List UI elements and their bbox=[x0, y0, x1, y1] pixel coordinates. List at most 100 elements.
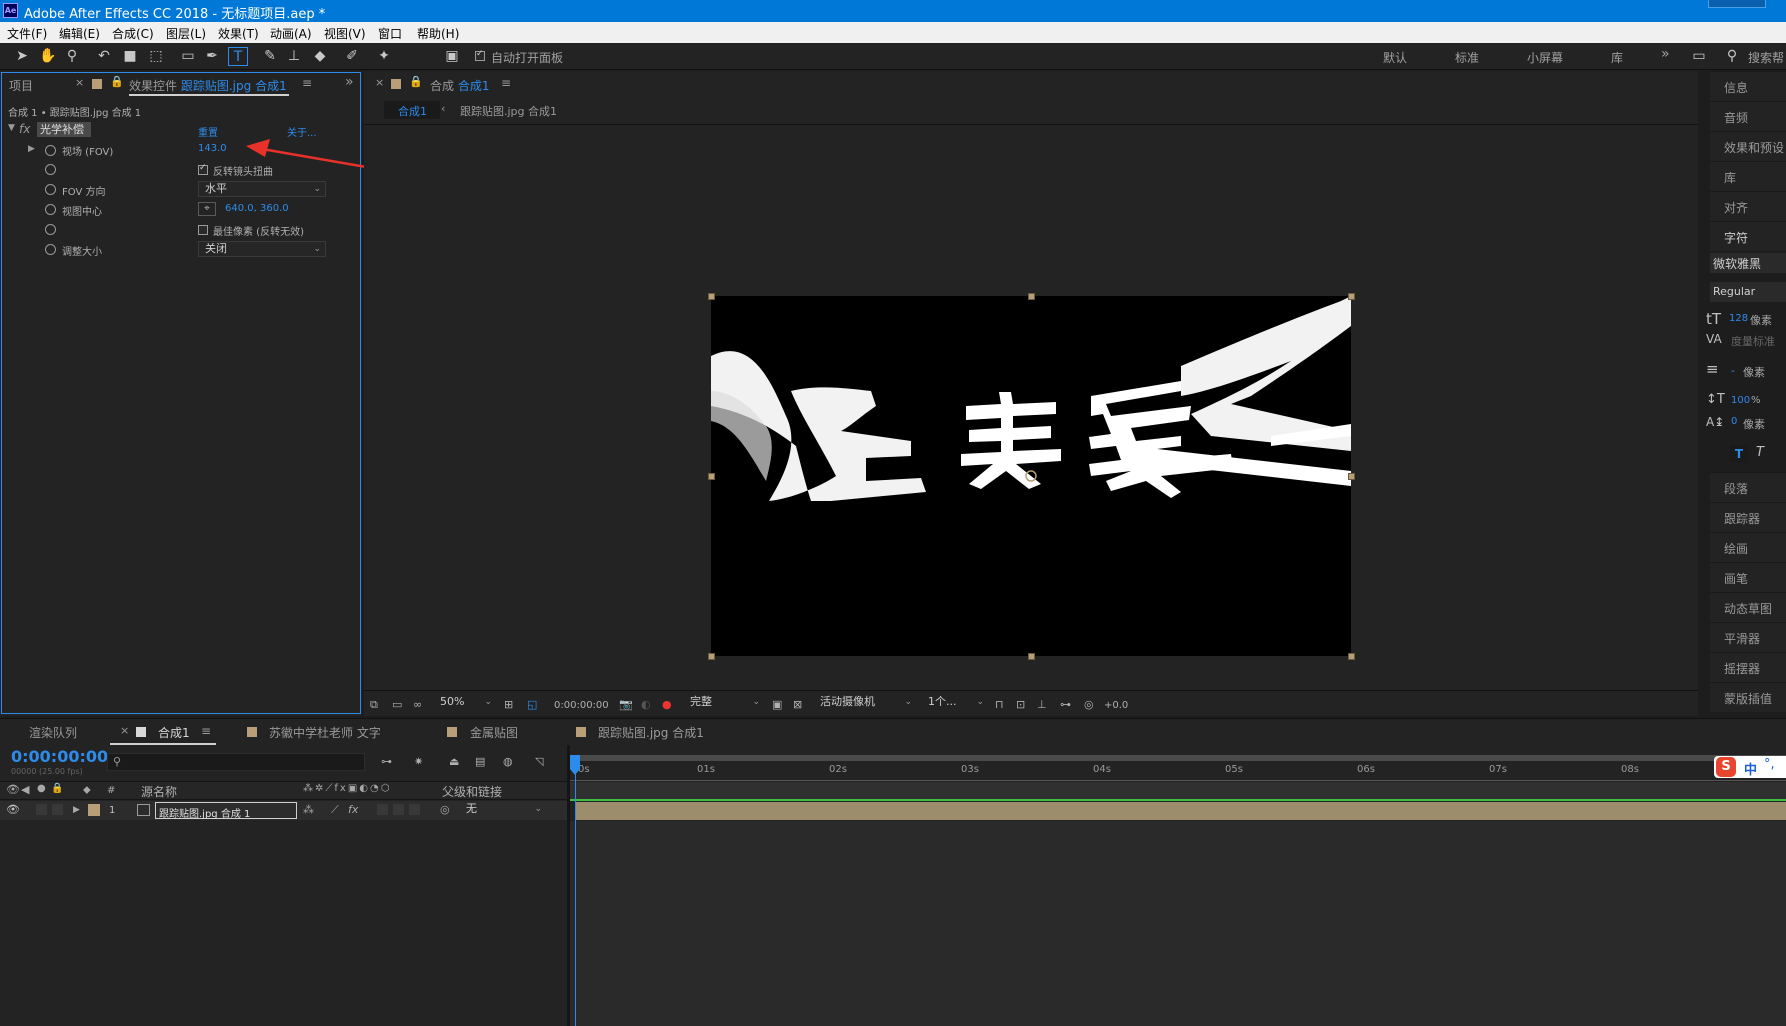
menu-effect[interactable]: 效果(T) bbox=[218, 25, 259, 42]
show-snapshot-icon[interactable]: ◐ bbox=[641, 698, 651, 711]
playhead-line[interactable] bbox=[575, 755, 576, 1026]
panel-smoother[interactable]: 平滑器 bbox=[1710, 622, 1786, 652]
transform-handle[interactable] bbox=[1348, 293, 1355, 300]
rotate-tool-icon[interactable]: ↶ bbox=[94, 47, 114, 66]
pen-tool-icon[interactable]: ✒ bbox=[202, 47, 222, 66]
puppet-tool-icon[interactable]: ✦ bbox=[374, 47, 394, 66]
resolution-dropdown[interactable]: 完整 ⌄ bbox=[684, 695, 764, 711]
panel-paint[interactable]: 绘画 bbox=[1710, 532, 1786, 562]
fov-expand-icon[interactable]: ▶ bbox=[28, 144, 35, 154]
reset-exposure-icon[interactable]: ◎ bbox=[1084, 698, 1094, 711]
close-icon[interactable]: × bbox=[120, 724, 129, 737]
sync-settings-icon[interactable]: ▭ bbox=[1689, 47, 1709, 66]
tab-project[interactable]: 项目 bbox=[9, 77, 33, 94]
layer-name[interactable]: 跟踪贴图.jpg 合成 1 bbox=[155, 802, 297, 820]
effect-expand-icon[interactable]: ▼ bbox=[8, 123, 15, 133]
panel-align[interactable]: 对齐 bbox=[1710, 191, 1786, 221]
comp-mini-flowchart-icon[interactable]: ⊶ bbox=[381, 755, 392, 768]
stopwatch-icon[interactable] bbox=[45, 184, 56, 195]
transform-handle[interactable] bbox=[708, 473, 715, 480]
visibility-eye-icon[interactable]: 👁 bbox=[6, 803, 20, 816]
breadcrumb-next[interactable]: 跟踪贴图.jpg 合成1 bbox=[460, 103, 557, 119]
roto-brush-tool-icon[interactable]: ✐ bbox=[342, 47, 362, 66]
transform-handle[interactable] bbox=[708, 293, 715, 300]
viewer-timecode[interactable]: 0:00:00:00 bbox=[554, 700, 609, 711]
comp-frame[interactable] bbox=[711, 296, 1351, 656]
ime-indicator[interactable]: S 中 °, bbox=[1714, 756, 1786, 778]
effect-name[interactable]: 光学补偿 bbox=[37, 122, 91, 137]
tab-composition[interactable]: 合成 合成1 bbox=[430, 77, 489, 94]
region-of-interest-icon[interactable]: ▣ bbox=[772, 698, 782, 711]
brush-tool-icon[interactable]: ✎ bbox=[260, 47, 280, 66]
camera-tool-icon[interactable]: ■ bbox=[120, 47, 140, 66]
clone-stamp-tool-icon[interactable]: ⊥ bbox=[284, 47, 304, 66]
panel-menu-icon[interactable]: ≡ bbox=[201, 724, 211, 738]
font-size-value[interactable]: 128 bbox=[1729, 313, 1748, 324]
rectangle-tool-icon[interactable]: ▭ bbox=[178, 47, 198, 66]
menu-animation[interactable]: 动画(A) bbox=[270, 25, 312, 42]
panel-info[interactable]: 信息 bbox=[1710, 71, 1786, 101]
view-center-value[interactable]: 640.0, 360.0 bbox=[225, 203, 289, 214]
tab-comp1[interactable]: 合成1 bbox=[158, 724, 190, 741]
transform-handle[interactable] bbox=[1348, 473, 1355, 480]
transform-handle[interactable] bbox=[708, 653, 715, 660]
snapshot-icon[interactable]: 📷 bbox=[619, 698, 633, 711]
workspace-standard[interactable]: 标准 bbox=[1455, 49, 1479, 66]
panel-character[interactable]: 字符 bbox=[1710, 221, 1786, 251]
panel-effects-presets[interactable]: 效果和预设 bbox=[1710, 131, 1786, 161]
stopwatch-icon[interactable] bbox=[45, 164, 56, 175]
breadcrumb-active[interactable]: 合成1 bbox=[384, 101, 440, 119]
fx-icon[interactable]: fx bbox=[19, 122, 30, 136]
menu-layer[interactable]: 图层(L) bbox=[166, 25, 206, 42]
minimize-button[interactable] bbox=[1704, 0, 1766, 22]
channel-icon[interactable]: ● bbox=[662, 698, 672, 711]
transparency-grid-icon[interactable]: ⊠ bbox=[793, 698, 802, 711]
panel-motion-sketch[interactable]: 动态草图 bbox=[1710, 592, 1786, 622]
layer-search-input[interactable]: ⚲ bbox=[107, 753, 365, 771]
views-dropdown[interactable]: 1个... ⌄ bbox=[922, 695, 988, 711]
stopwatch-icon[interactable] bbox=[45, 145, 56, 156]
quality-switch-icon[interactable]: ⟋ bbox=[331, 803, 339, 817]
shy-layers-icon[interactable]: ⏏ bbox=[449, 755, 459, 768]
always-preview-icon[interactable]: ⧉ bbox=[370, 698, 378, 712]
panel-menu-icon[interactable]: ≡ bbox=[501, 76, 511, 90]
solo-column-icon[interactable]: ● bbox=[37, 783, 46, 794]
collapse-switch-icon[interactable]: ⁂ bbox=[303, 803, 314, 816]
motion-blur-icon[interactable]: ◍ bbox=[503, 755, 513, 768]
workspace-overflow-icon[interactable]: » bbox=[1661, 46, 1670, 62]
search-icon[interactable]: ⚲ bbox=[1722, 47, 1742, 66]
resize-dropdown[interactable]: 关闭 ⌄ bbox=[198, 241, 326, 257]
panel-brushes[interactable]: 画笔 bbox=[1710, 562, 1786, 592]
track-area[interactable] bbox=[570, 821, 1786, 1026]
switches-column-icon[interactable]: ⁂✲⟋fx▣◐◔⬡ bbox=[303, 783, 391, 794]
column-parent[interactable]: 父级和链接 bbox=[442, 783, 502, 800]
audio-column-icon[interactable]: ◀ bbox=[21, 783, 29, 796]
vertical-scale-value[interactable]: 100 bbox=[1731, 395, 1750, 406]
tab-render-queue[interactable]: 渲染队列 bbox=[29, 724, 77, 741]
toggle-pixel-aspect-icon[interactable]: ⊓ bbox=[995, 698, 1004, 711]
selection-tool-icon[interactable]: ➤ bbox=[12, 47, 32, 66]
tab-tracking-comp[interactable]: 跟踪贴图.jpg 合成1 bbox=[598, 724, 704, 741]
label-swatch[interactable] bbox=[88, 804, 100, 816]
lock-icon[interactable]: 🔒 bbox=[110, 75, 124, 88]
tab-effect-controls[interactable]: 效果控件 跟踪贴图.jpg 合成1 bbox=[129, 77, 287, 94]
hand-tool-icon[interactable]: ✋ bbox=[38, 47, 58, 66]
column-source-name[interactable]: 源名称 bbox=[141, 783, 177, 800]
tab-metal-texture[interactable]: 金属贴图 bbox=[470, 724, 518, 741]
pick-whip-icon[interactable]: ◎ bbox=[440, 803, 450, 816]
panel-libraries[interactable]: 库 bbox=[1710, 161, 1786, 191]
zoom-dropdown[interactable]: 50% ⌄ bbox=[434, 695, 496, 711]
motion-blur-toggle[interactable] bbox=[377, 804, 388, 815]
menu-view[interactable]: 视图(V) bbox=[324, 25, 366, 42]
tab-text-comp[interactable]: 苏徽中学杜老师 文字 bbox=[269, 724, 381, 741]
3d-glasses-icon[interactable]: ∞ bbox=[413, 698, 422, 711]
mask-visibility-icon[interactable]: ◱ bbox=[527, 698, 537, 711]
font-family-field[interactable]: 微软雅黑 bbox=[1710, 253, 1786, 273]
stopwatch-icon[interactable] bbox=[45, 204, 56, 215]
menu-help[interactable]: 帮助(H) bbox=[417, 25, 459, 42]
fov-value[interactable]: 143.0 bbox=[198, 143, 227, 154]
close-icon[interactable]: × bbox=[375, 76, 384, 89]
lock-column-icon[interactable]: 🔒 bbox=[51, 783, 63, 794]
effect-switch-icon[interactable]: fx bbox=[348, 803, 358, 816]
faux-bold-icon[interactable]: T bbox=[1730, 445, 1748, 463]
